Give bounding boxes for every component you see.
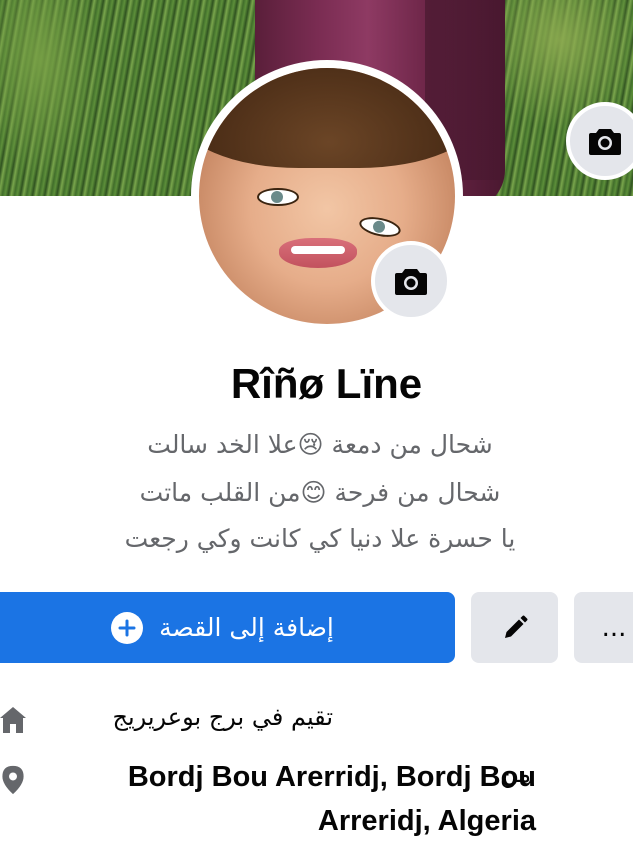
- pencil-icon: [504, 615, 527, 638]
- camera-icon: [589, 129, 621, 155]
- profile-picture-lips: [279, 238, 357, 268]
- add-to-story-label: إضافة إلى القصة: [159, 613, 334, 642]
- home-icon: [0, 707, 26, 733]
- add-to-story-button[interactable]: إضافة إلى القصة: [0, 592, 455, 663]
- camera-icon: [395, 269, 427, 295]
- edit-profile-picture-button[interactable]: [371, 241, 451, 321]
- edit-profile-button[interactable]: [471, 592, 558, 663]
- bio-line-2: شحال من فرحة 😊من القلب ماتت: [139, 478, 501, 507]
- from-location-text[interactable]: Bordj Bou Arerridj, Bordj Bou Arreridj, …: [16, 755, 536, 843]
- bio-line-1: شحال من دمعة 😢علا الخد سالت: [147, 430, 493, 459]
- profile-picture-eye-right: [357, 213, 403, 241]
- more-options-button[interactable]: ...: [574, 592, 633, 663]
- profile-picture-eye-left: [257, 188, 299, 206]
- lives-in-text: تقيم في برج بوعريريج: [112, 703, 333, 731]
- more-icon: ...: [601, 612, 627, 643]
- profile-name: Rîñø Lïne: [230, 360, 423, 407]
- bio-line-3: يا حسرة علا دنيا كي كانت وكي رجعت: [124, 524, 516, 553]
- plus-circle-icon: [111, 611, 144, 644]
- profile-picture-hair: [199, 68, 455, 168]
- from-location-value[interactable]: Bordj Bou Arerridj, Bordj Bou Arreridj, …: [128, 761, 536, 837]
